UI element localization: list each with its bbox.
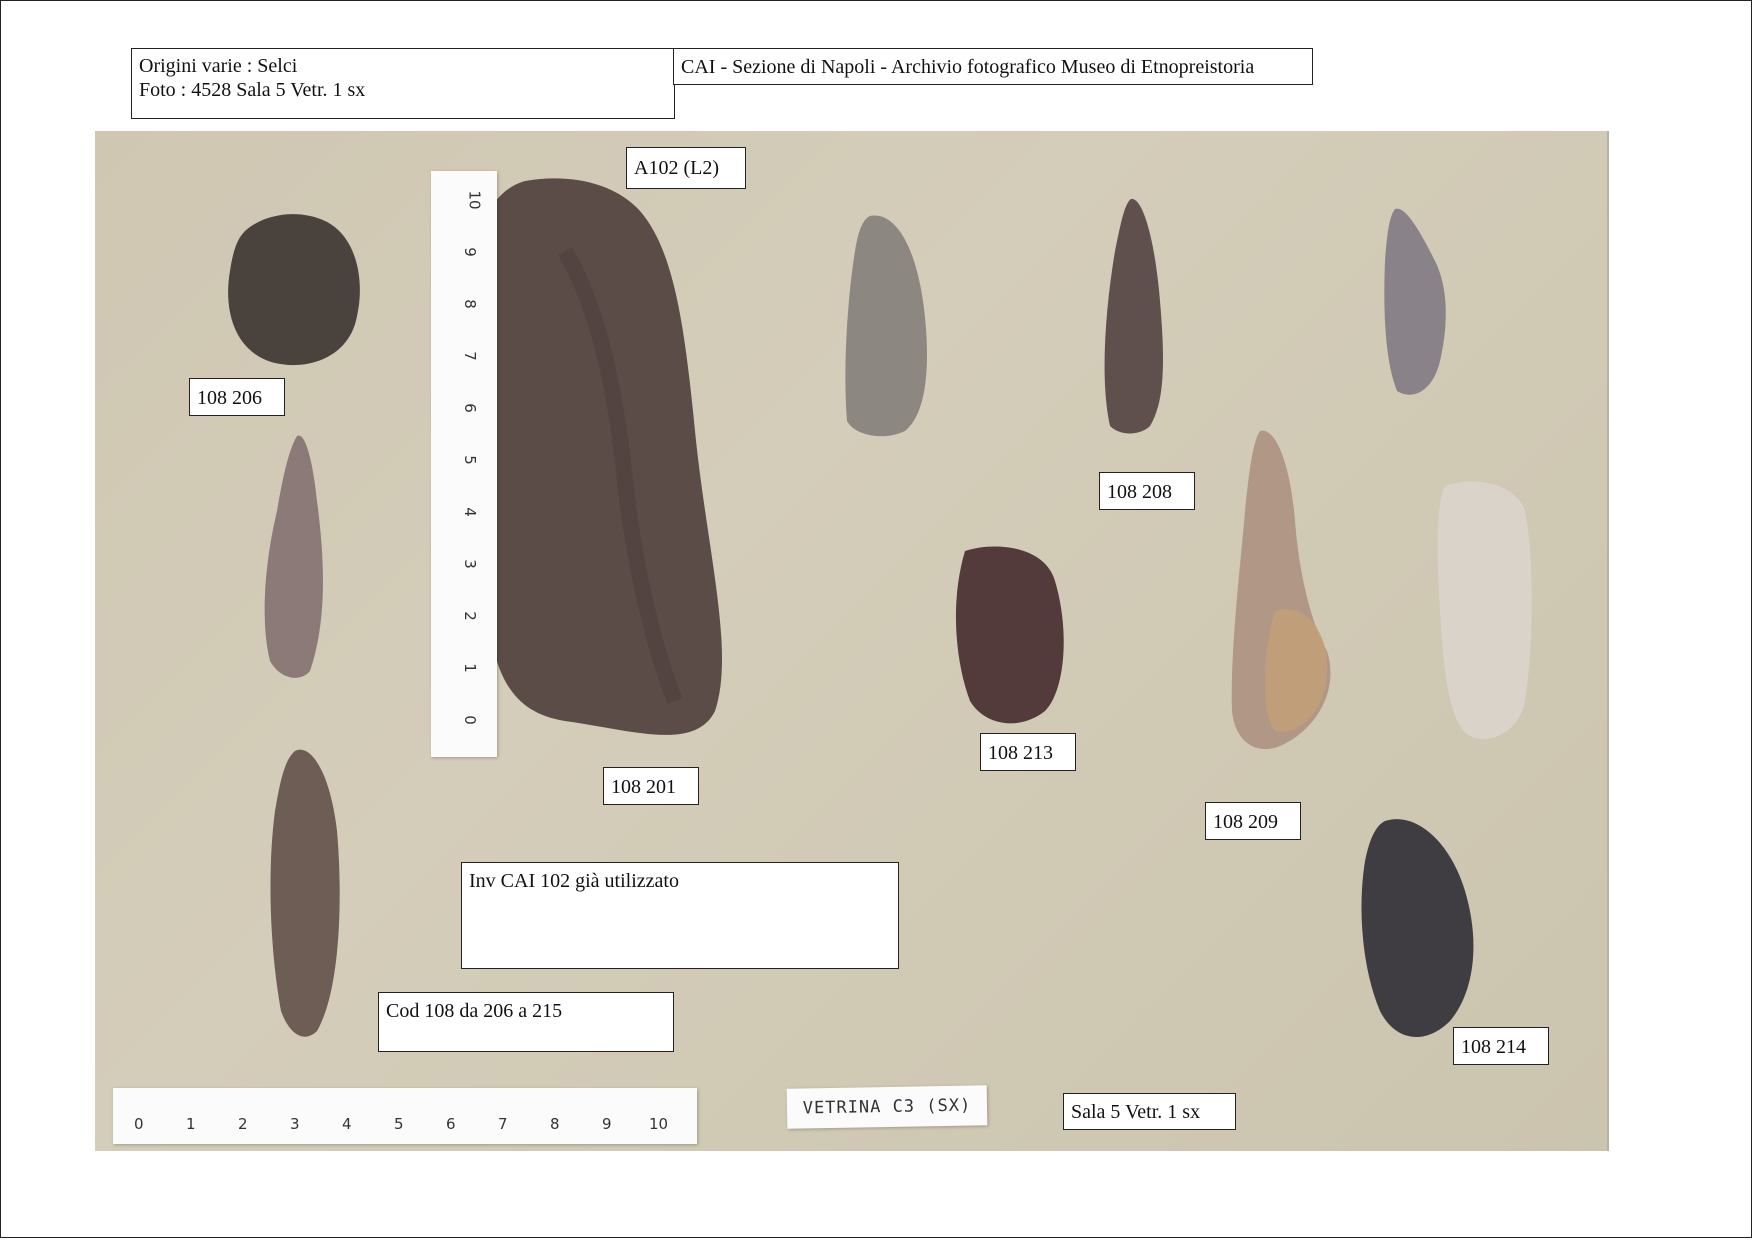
artifact-108-201 — [468, 178, 722, 735]
h-ruler-num-7: 7 — [498, 1115, 508, 1133]
archive-title: CAI - Sezione di Napoli - Archivio fotog… — [681, 56, 1255, 78]
info-box: Origini varie : Selci Foto : 4528 Sala 5… — [131, 48, 675, 119]
label-a102: A102 (L2) — [626, 147, 746, 189]
v-ruler-num-3: 3 — [460, 559, 479, 569]
vetrina-card: VETRINA C3 (SX) — [786, 1085, 988, 1129]
v-ruler-num-0: 0 — [460, 715, 479, 725]
v-ruler-num-8: 8 — [460, 299, 479, 309]
v-ruler-num-9: 9 — [460, 247, 479, 257]
info-line-origin: Origini varie : Selci — [139, 55, 298, 77]
h-ruler-num-9: 9 — [602, 1115, 612, 1133]
v-ruler-num-5: 5 — [460, 455, 479, 465]
artifact-108-215 — [270, 749, 340, 1037]
artifact-108-210 — [264, 435, 323, 678]
museum-photo: 10 9 8 7 6 5 4 3 2 1 0 0 1 2 3 4 5 6 7 8… — [95, 131, 1609, 1151]
label-108-208: 108 208 — [1099, 472, 1195, 510]
v-ruler-num-4: 4 — [460, 507, 479, 517]
label-108-213: 108 213 — [980, 733, 1076, 771]
v-ruler-num-10: 10 — [465, 190, 484, 210]
note-cod-108: Cod 108 da 206 a 215 — [378, 992, 674, 1052]
h-ruler-num-3: 3 — [290, 1115, 300, 1133]
artifact-108-211 — [1384, 208, 1446, 395]
v-ruler-num-2: 2 — [460, 611, 479, 621]
artifact-108-208 — [1104, 198, 1163, 434]
h-ruler-num-5: 5 — [394, 1115, 404, 1133]
label-108-206: 108 206 — [189, 378, 285, 416]
h-ruler-num-10: 10 — [649, 1115, 669, 1133]
horizontal-ruler: 0 1 2 3 4 5 6 7 8 9 10 — [113, 1088, 697, 1144]
h-ruler-num-1: 1 — [186, 1115, 196, 1133]
note-sala-vetr: Sala 5 Vetr. 1 sx — [1063, 1093, 1236, 1130]
artifact-108-206 — [228, 214, 360, 366]
h-ruler-num-4: 4 — [342, 1115, 352, 1133]
artifact-108-214 — [1361, 819, 1474, 1038]
info-line-photo: Foto : 4528 Sala 5 Vetr. 1 sx — [139, 79, 366, 101]
h-ruler-num-0: 0 — [134, 1115, 144, 1133]
vertical-ruler: 10 9 8 7 6 5 4 3 2 1 0 — [431, 171, 497, 757]
artifact-108-212 — [1437, 481, 1532, 740]
archive-title-box: CAI - Sezione di Napoli - Archivio fotog… — [673, 48, 1313, 85]
artifact-108-207 — [845, 215, 928, 437]
h-ruler-num-2: 2 — [238, 1115, 248, 1133]
h-ruler-num-6: 6 — [446, 1115, 456, 1133]
label-108-201: 108 201 — [603, 767, 699, 805]
artifact-108-213 — [955, 546, 1064, 724]
note-inv-cai: Inv CAI 102 già utilizzato — [461, 862, 899, 969]
label-108-214: 108 214 — [1453, 1027, 1549, 1065]
h-ruler-num-8: 8 — [550, 1115, 560, 1133]
artifact-drawings — [228, 178, 1532, 1038]
label-108-209: 108 209 — [1205, 802, 1301, 840]
v-ruler-num-1: 1 — [460, 663, 479, 673]
v-ruler-num-7: 7 — [460, 351, 479, 361]
v-ruler-num-6: 6 — [460, 403, 479, 413]
